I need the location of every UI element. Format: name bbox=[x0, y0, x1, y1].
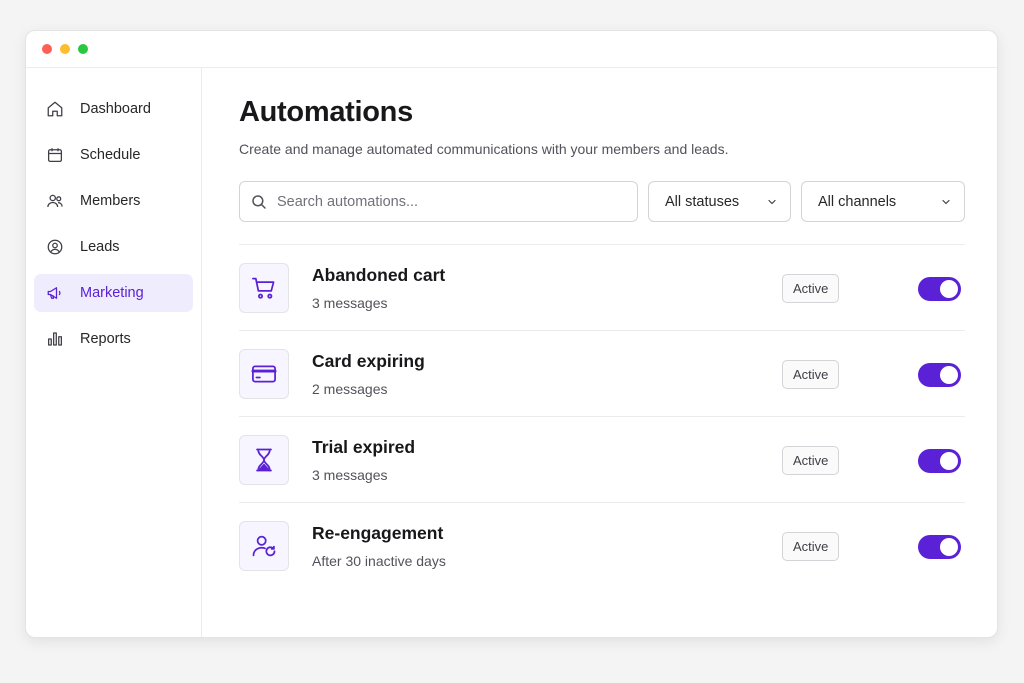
users-icon bbox=[46, 192, 64, 210]
window-maximize-button[interactable] bbox=[78, 44, 88, 54]
automation-toggle[interactable] bbox=[918, 363, 961, 387]
status-filter-select[interactable]: All statuses bbox=[648, 181, 791, 222]
automation-title: Card expiring bbox=[312, 350, 425, 371]
automation-list: Abandoned cart 3 messages Active Card ex… bbox=[239, 244, 965, 589]
automation-subtitle: 3 messages bbox=[312, 466, 388, 483]
title-bar bbox=[26, 31, 997, 68]
window-close-button[interactable] bbox=[42, 44, 52, 54]
page-subtitle: Create and manage automated communicatio… bbox=[239, 141, 729, 157]
hourglass-icon bbox=[239, 434, 289, 485]
automation-row-card-expiring[interactable]: Card expiring 2 messages Active bbox=[239, 331, 965, 417]
main-content: Automations Create and manage automated … bbox=[239, 68, 965, 589]
sidebar: Dashboard Schedule Members Leads Marketi… bbox=[26, 68, 202, 637]
search-input[interactable] bbox=[277, 193, 607, 210]
chevron-down-icon bbox=[768, 199, 776, 204]
sidebar-item-dashboard[interactable]: Dashboard bbox=[34, 90, 193, 128]
page-title: Automations bbox=[239, 96, 413, 128]
sidebar-item-reports[interactable]: Reports bbox=[34, 320, 193, 358]
sidebar-item-members[interactable]: Members bbox=[34, 182, 193, 220]
automation-row-trial-expired[interactable]: Trial expired 3 messages Active bbox=[239, 417, 965, 503]
sidebar-item-label: Members bbox=[80, 193, 141, 209]
sidebar-item-label: Schedule bbox=[80, 147, 141, 163]
automation-subtitle: After 30 inactive days bbox=[312, 553, 446, 569]
status-badge: Active bbox=[782, 532, 840, 561]
status-badge: Active bbox=[782, 360, 840, 389]
search-icon bbox=[252, 194, 266, 209]
bar-chart-icon bbox=[46, 330, 64, 348]
window-minimize-button[interactable] bbox=[60, 44, 70, 54]
home-icon bbox=[46, 100, 64, 118]
channel-filter-select[interactable]: All channels bbox=[801, 181, 965, 222]
sidebar-item-leads[interactable]: Leads bbox=[34, 228, 193, 266]
status-badge: Active bbox=[782, 446, 840, 475]
automation-title: Re-engagement bbox=[312, 523, 444, 543]
automation-title: Abandoned cart bbox=[312, 264, 446, 285]
sidebar-item-label: Leads bbox=[80, 239, 120, 255]
megaphone-icon bbox=[46, 284, 64, 302]
status-badge: Active bbox=[782, 274, 840, 303]
automation-row-re-engagement[interactable]: Re-engagement After 30 inactive days Act… bbox=[239, 503, 965, 589]
channel-filter-value: All channels bbox=[818, 193, 897, 210]
automation-toggle[interactable] bbox=[918, 277, 961, 301]
credit-card-icon bbox=[239, 348, 289, 399]
automation-row-abandoned-cart[interactable]: Abandoned cart 3 messages Active bbox=[239, 245, 965, 331]
sidebar-item-label: Reports bbox=[80, 331, 131, 347]
status-filter-value: All statuses bbox=[665, 193, 740, 210]
filter-bar: All statuses All channels bbox=[239, 181, 965, 222]
automation-subtitle: 3 messages bbox=[312, 294, 388, 311]
sidebar-item-marketing[interactable]: Marketing bbox=[34, 274, 193, 312]
sidebar-item-schedule[interactable]: Schedule bbox=[34, 136, 193, 174]
app-window: Dashboard Schedule Members Leads Marketi… bbox=[25, 30, 998, 638]
calendar-icon bbox=[46, 146, 64, 164]
chevron-down-icon bbox=[942, 199, 950, 204]
shopping-cart-icon bbox=[239, 262, 289, 313]
automation-title: Trial expired bbox=[312, 436, 416, 457]
user-circle-icon bbox=[46, 238, 64, 256]
automation-subtitle: 2 messages bbox=[312, 380, 388, 397]
automation-toggle[interactable] bbox=[918, 535, 961, 559]
sidebar-item-label: Marketing bbox=[80, 285, 144, 301]
search-box bbox=[239, 181, 638, 222]
user-refresh-icon bbox=[239, 521, 289, 571]
sidebar-item-label: Dashboard bbox=[80, 101, 151, 117]
automation-toggle[interactable] bbox=[918, 449, 961, 473]
